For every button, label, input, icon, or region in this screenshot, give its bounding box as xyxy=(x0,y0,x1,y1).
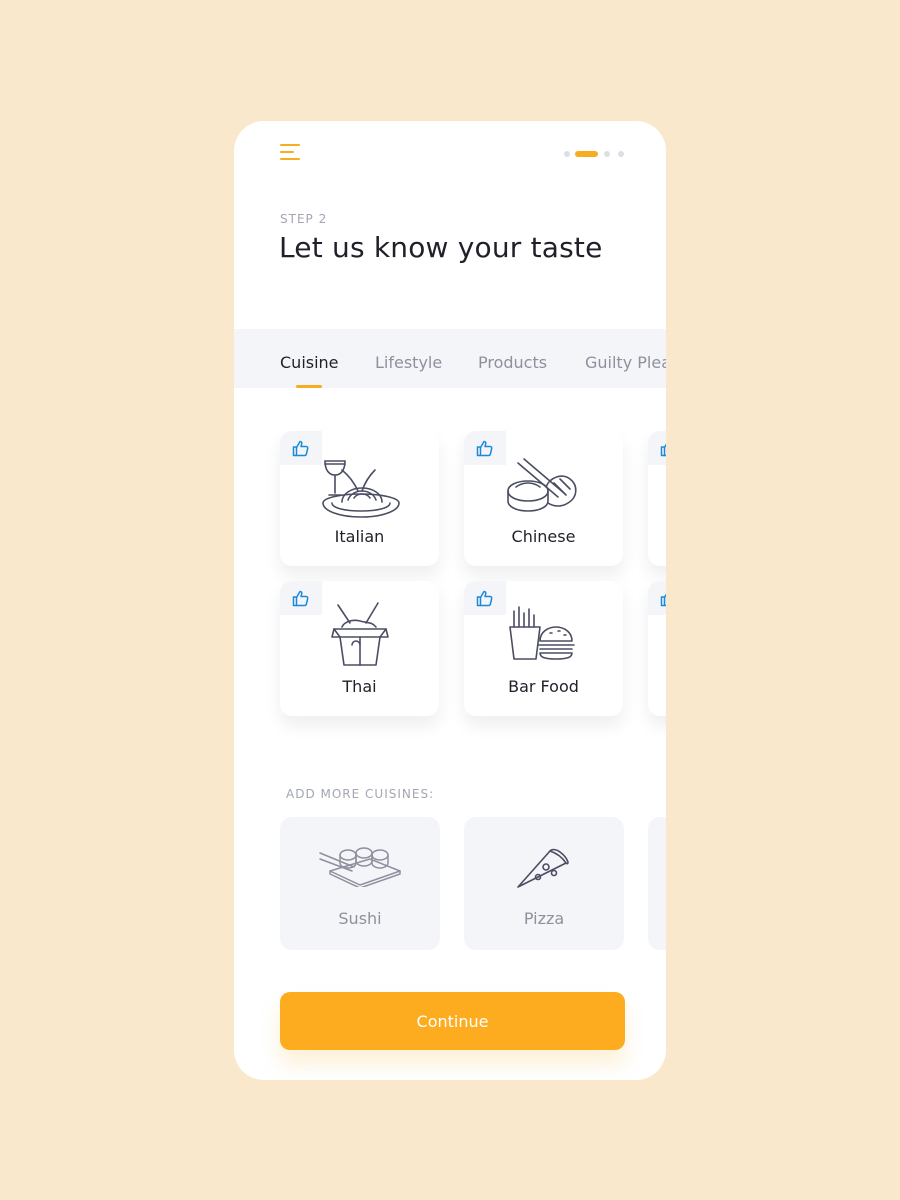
cuisine-label: Chinese xyxy=(511,527,576,546)
dumpling-icon xyxy=(507,458,577,512)
cuisine-label: Italian xyxy=(334,527,385,546)
like-badge[interactable] xyxy=(648,581,666,615)
cuisine-label: Thai xyxy=(342,677,377,696)
like-badge[interactable] xyxy=(648,431,666,465)
add-cuisine-partial[interactable] xyxy=(648,817,666,950)
thumbs-up-icon xyxy=(292,440,309,457)
like-badge[interactable] xyxy=(280,431,322,465)
thumbs-up-icon xyxy=(292,590,309,607)
thumbs-up-icon xyxy=(476,440,493,457)
sushi-icon xyxy=(319,847,401,887)
tab-products[interactable]: Products xyxy=(478,353,547,372)
cuisine-card-thai[interactable]: Thai xyxy=(280,581,439,716)
cuisine-label: Bar Food xyxy=(508,677,579,696)
tab-cuisine[interactable]: Cuisine xyxy=(280,353,339,372)
pizza-icon xyxy=(517,848,569,888)
thumbs-up-icon xyxy=(476,590,493,607)
like-badge[interactable] xyxy=(280,581,322,615)
cuisine-card-italian[interactable]: Italian xyxy=(280,431,439,566)
thumbs-up-icon xyxy=(660,593,666,607)
category-tabs: Cuisine Lifestyle Products Guilty Plea xyxy=(234,329,666,388)
progress-dot xyxy=(618,151,624,157)
progress-dot xyxy=(604,151,610,157)
pasta-icon xyxy=(322,460,400,518)
like-badge[interactable] xyxy=(464,431,506,465)
burger-fries-icon xyxy=(509,606,575,660)
menu-icon[interactable] xyxy=(280,144,302,162)
cuisine-label: Sushi xyxy=(338,909,382,928)
add-cuisine-pizza[interactable]: Pizza xyxy=(464,817,624,950)
cuisine-card-chinese[interactable]: Chinese xyxy=(464,431,623,566)
active-tab-indicator xyxy=(296,385,322,388)
cuisine-card-bar-food[interactable]: Bar Food xyxy=(464,581,623,716)
cuisine-label: Pizza xyxy=(523,909,565,928)
continue-button[interactable]: Continue xyxy=(280,992,625,1050)
noodle-box-icon xyxy=(331,602,389,666)
add-more-cuisines-label: ADD MORE CUISINES: xyxy=(286,787,435,801)
phone-screen: STEP 2 Let us know your taste Cuisine Li… xyxy=(234,121,666,1080)
cuisine-card-partial[interactable] xyxy=(648,431,666,566)
progress-dot xyxy=(564,151,570,157)
cuisine-card-partial[interactable] xyxy=(648,581,666,716)
progress-dot-active xyxy=(575,151,598,157)
tab-guilty-pleasures[interactable]: Guilty Plea xyxy=(585,353,666,372)
page-title: Let us know your taste xyxy=(279,231,603,264)
tab-lifestyle[interactable]: Lifestyle xyxy=(375,353,442,372)
step-label: STEP 2 xyxy=(280,212,328,226)
thumbs-up-icon xyxy=(660,443,666,457)
like-badge[interactable] xyxy=(464,581,506,615)
add-cuisine-sushi[interactable]: Sushi xyxy=(280,817,440,950)
